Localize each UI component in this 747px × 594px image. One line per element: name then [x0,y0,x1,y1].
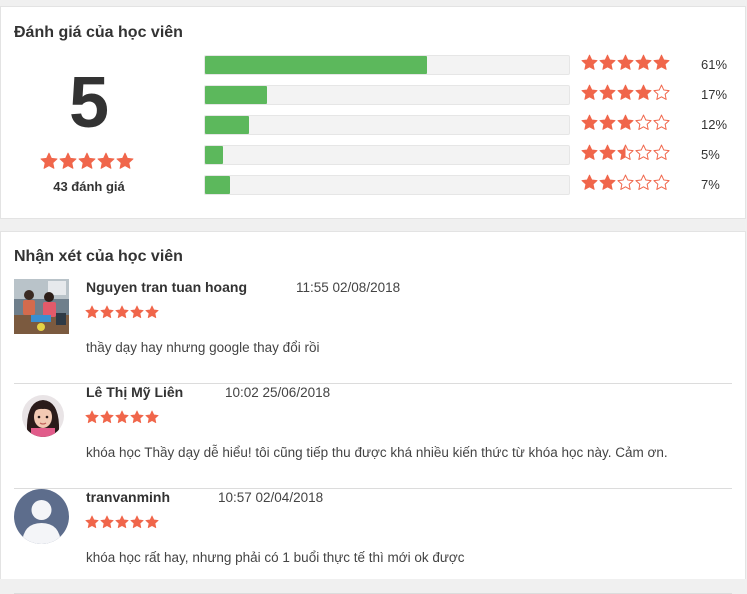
star-icon [617,114,634,136]
rating-row-stars [581,84,691,106]
review-text: khóa học rất hay, nhưng phải có 1 buổi t… [86,550,465,565]
star-icon [116,152,134,175]
avatar[interactable] [14,489,69,549]
review-timestamp: 10:02 25/06/2018 [225,385,331,400]
star-icon [78,152,96,175]
rating-bar-fill [205,86,267,104]
star-icon [145,515,159,534]
star-icon [145,410,159,429]
reviews-panel: Nhận xét của học viên Nguyen tran tuan h… [0,231,746,594]
star-icon [653,174,670,196]
star-icon [599,144,616,166]
reviewer-name[interactable]: Nguyen tran tuan hoang [86,279,247,295]
rating-row-percent: 61% [701,57,728,72]
star-icon [130,305,144,324]
avatar[interactable] [22,395,64,442]
star-icon [635,84,652,106]
star-icon [85,305,99,324]
star-icon [97,152,115,175]
reviews-section-title: Nhận xét của học viên [14,248,183,265]
review-item: Nguyen tran tuan hoang 11:55 02/08/2018 … [14,279,732,384]
star-icon [581,114,598,136]
rating-row-stars [581,114,691,136]
star-icon [635,114,652,136]
star-icon [581,54,598,76]
star-icon [653,114,670,136]
rating-bar-track [204,115,570,135]
review-stars [85,305,161,324]
average-stars [40,152,136,175]
rating-row-percent: 5% [701,147,720,162]
star-icon [85,515,99,534]
star-icon [617,144,634,166]
star-icon [635,54,652,76]
girl-portrait-icon [22,395,64,437]
rating-bar-fill [205,116,249,134]
review-stars [85,410,161,429]
star-icon [85,410,99,429]
average-score: 5 [68,63,110,143]
rating-section-title: Đánh giá của học viên [14,24,183,41]
star-icon [653,144,670,166]
star-icon [145,305,159,324]
review-timestamp: 11:55 02/08/2018 [296,280,401,295]
star-icon [599,114,616,136]
star-icon [115,515,129,534]
star-icon [581,144,598,166]
star-icon [617,84,634,106]
reviewer-name[interactable]: Lê Thị Mỹ Liên [86,384,183,400]
rating-bar-fill [205,146,224,164]
star-icon [100,305,114,324]
rating-summary-panel: Đánh giá của học viên 5 43 đánh giá 61% … [0,6,746,219]
rating-row-stars [581,54,691,76]
rating-bar-track [204,55,570,75]
star-icon [130,515,144,534]
rating-bar-track [204,175,570,195]
star-icon [653,54,670,76]
rating-row-stars [581,174,691,196]
star-icon [115,410,129,429]
star-icon [635,174,652,196]
review-count: 43 đánh giá [53,179,125,194]
star-icon [40,152,58,175]
review-text: khóa học Thầy dạy dễ hiểu! tôi cũng tiếp… [86,445,668,460]
star-icon [653,84,670,106]
rating-row-stars [581,144,691,166]
rating-bar-fill [205,56,428,74]
star-icon [100,410,114,429]
rating-row-percent: 12% [701,117,728,132]
rating-bar-fill [205,176,231,194]
review-item: tranvanminh 10:57 02/04/2018 khóa học rấ… [14,489,732,594]
star-icon [130,410,144,429]
star-icon [115,305,129,324]
classroom-photo-icon [14,279,69,334]
star-icon [59,152,77,175]
star-icon [100,515,114,534]
star-icon [581,84,598,106]
rating-row-percent: 17% [701,87,728,102]
star-icon [599,84,616,106]
star-icon [617,54,634,76]
star-icon [617,174,634,196]
star-icon [599,174,616,196]
reviewer-name[interactable]: tranvanminh [86,489,170,505]
rating-bar-track [204,85,570,105]
rating-bar-track [204,145,570,165]
star-icon [581,174,598,196]
star-icon [635,144,652,166]
rating-row-percent: 7% [701,177,720,192]
review-item: Lê Thị Mỹ Liên 10:02 25/06/2018 khóa học… [14,384,732,489]
default-user-icon [14,489,69,544]
avatar[interactable] [14,279,69,339]
review-text: thầy dạy hay nhưng google thay đổi rồi [86,340,320,355]
star-icon [599,54,616,76]
review-stars [85,515,161,534]
review-timestamp: 10:57 02/04/2018 [218,490,324,505]
